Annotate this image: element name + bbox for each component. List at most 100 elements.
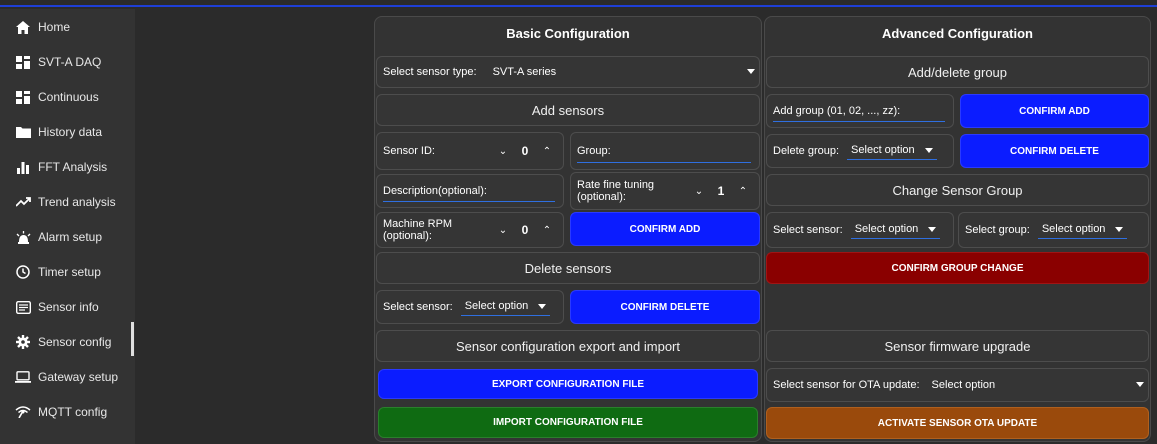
change-group-sensor-select[interactable]: Select option: [850, 221, 941, 239]
sidebar-item-timer-setup[interactable]: Timer setup: [0, 256, 135, 288]
confirm-delete-sensor-button[interactable]: CONFIRM DELETE: [570, 290, 760, 324]
chevron-up-icon[interactable]: ⌃: [539, 225, 555, 236]
dashboard-icon: [14, 90, 32, 104]
sensor-id-stepper[interactable]: ⌄ 0 ⌃: [495, 144, 555, 158]
import-configuration-button[interactable]: IMPORT CONFIGURATION FILE: [378, 407, 758, 438]
alarm-icon: [14, 230, 32, 244]
sidebar-item-history-data[interactable]: History data: [0, 116, 135, 148]
sensor-type-select[interactable]: SVT-A series: [489, 63, 759, 81]
bar-chart-icon: [14, 160, 32, 174]
add-group-input-underline: [773, 121, 945, 122]
sensor-id-field[interactable]: Sensor ID: ⌄ 0 ⌃: [376, 132, 564, 170]
chevron-down-icon: [538, 303, 547, 309]
broadcast-icon: [14, 405, 32, 419]
sidebar-item-label: Home: [38, 20, 71, 34]
sidebar-item-gateway-setup[interactable]: Gateway setup: [0, 361, 135, 393]
chevron-up-icon[interactable]: ⌃: [735, 186, 751, 197]
gear-icon: [14, 335, 32, 349]
confirm-group-change-button[interactable]: CONFIRM GROUP CHANGE: [766, 252, 1149, 284]
machine-rpm-stepper[interactable]: ⌄ 0 ⌃: [495, 223, 555, 237]
sidebar-item-svt-a-daq[interactable]: SVT-A DAQ: [0, 46, 135, 78]
sensor-id-label: Sensor ID:: [383, 145, 435, 157]
group-input-underline: [577, 162, 751, 163]
sidebar-item-fft-analysis[interactable]: FFT Analysis: [0, 151, 135, 183]
sidebar-item-label: Gateway setup: [38, 370, 119, 384]
dashboard-icon: [14, 55, 32, 69]
select-group-label: Select group:: [965, 224, 1030, 236]
confirm-add-group-button[interactable]: CONFIRM ADD: [960, 94, 1149, 128]
export-configuration-button[interactable]: EXPORT CONFIGURATION FILE: [378, 369, 758, 399]
chevron-down-icon[interactable]: ⌄: [495, 225, 511, 236]
select-sensor-label: Select sensor:: [383, 301, 453, 313]
delete-group-label: Delete group:: [773, 145, 840, 157]
chevron-down-icon: [928, 226, 937, 232]
sensor-firmware-upgrade-header: Sensor firmware upgrade: [766, 330, 1149, 362]
delete-sensor-select-row: Select sensor: Select option: [376, 290, 564, 324]
rate-fine-tuning-value: 1: [717, 184, 725, 198]
chevron-up-icon[interactable]: ⌃: [539, 146, 555, 157]
home-icon: [14, 20, 32, 34]
folder-icon: [14, 125, 32, 139]
sidebar-item-label: History data: [38, 125, 103, 139]
chevron-down-icon[interactable]: ⌄: [495, 146, 511, 157]
sidebar-item-continuous[interactable]: Continuous: [0, 81, 135, 113]
add-sensors-header: Add sensors: [376, 94, 760, 126]
sidebar-item-mqtt-config[interactable]: MQTT config: [0, 396, 135, 428]
sidebar-item-label: FFT Analysis: [38, 160, 108, 174]
sensor-type-row: Select sensor type: SVT-A series: [376, 56, 760, 88]
delete-sensor-select[interactable]: Select option: [460, 298, 551, 316]
sidebar-item-label: Alarm setup: [38, 230, 103, 244]
sensor-type-label: Select sensor type:: [383, 66, 477, 78]
machine-rpm-label: Machine RPM (optional):: [383, 218, 453, 242]
laptop-icon: [14, 370, 32, 384]
sidebar-item-trend-analysis[interactable]: Trend analysis: [0, 186, 135, 218]
trend-icon: [14, 195, 32, 209]
chevron-down-icon: [1136, 382, 1144, 387]
rate-fine-tuning-stepper[interactable]: ⌄ 1 ⌃: [691, 184, 751, 198]
ota-sensor-select-value: Select option: [931, 378, 996, 391]
sidebar-item-label: Sensor info: [38, 300, 99, 314]
description-placeholder: Description(optional):: [383, 185, 487, 197]
ota-sensor-select[interactable]: Select option: [928, 376, 1148, 394]
confirm-delete-group-button[interactable]: CONFIRM DELETE: [960, 134, 1149, 168]
sidebar-item-sensor-info[interactable]: Sensor info: [0, 291, 135, 323]
select-sensor-label: Select sensor:: [773, 224, 843, 236]
rate-fine-tuning-field[interactable]: Rate fine tuning (optional): ⌄ 1 ⌃: [570, 172, 760, 210]
basic-configuration-title: Basic Configuration: [506, 25, 630, 41]
delete-group-select-value: Select option: [851, 144, 915, 156]
chevron-down-icon[interactable]: ⌄: [691, 186, 707, 197]
clock-icon: [14, 265, 32, 279]
ota-sensor-label: Select sensor for OTA update:: [773, 379, 920, 391]
advanced-configuration-title: Advanced Configuration: [882, 25, 1033, 41]
sidebar-item-label: Timer setup: [38, 265, 101, 279]
chevron-down-icon: [924, 147, 933, 153]
group-placeholder: Group:: [577, 145, 611, 157]
sidebar-item-label: MQTT config: [38, 405, 108, 419]
machine-rpm-field[interactable]: Machine RPM (optional): ⌄ 0 ⌃: [376, 212, 564, 248]
delete-group-row: Delete group: Select option: [766, 134, 954, 168]
add-group-field[interactable]: Add group (01, 02, ..., zz):: [766, 94, 954, 128]
ota-sensor-row: Select sensor for OTA update: Select opt…: [766, 368, 1149, 402]
activate-ota-update-button[interactable]: ACTIVATE SENSOR OTA UPDATE: [766, 407, 1149, 439]
change-group-sensor-row: Select sensor: Select option: [766, 212, 954, 248]
active-nav-indicator: [131, 322, 134, 356]
machine-rpm-value: 0: [521, 223, 529, 237]
sidebar-item-alarm-setup[interactable]: Alarm setup: [0, 221, 135, 253]
delete-group-select[interactable]: Select option: [847, 142, 937, 160]
export-import-header: Sensor configuration export and import: [376, 330, 760, 362]
confirm-add-sensor-button[interactable]: CONFIRM ADD: [570, 212, 760, 246]
sidebar-item-label: Sensor config: [38, 335, 112, 349]
sidebar-item-home[interactable]: Home: [0, 11, 135, 43]
sidebar-item-label: Continuous: [38, 90, 99, 104]
change-group-group-value: Select option: [1041, 223, 1106, 235]
sidebar-item-label: SVT-A DAQ: [38, 55, 102, 69]
sidebar-item-sensor-config[interactable]: Sensor config: [0, 326, 135, 358]
add-group-placeholder: Add group (01, 02, ..., zz):: [773, 105, 901, 117]
description-field[interactable]: Description(optional):: [376, 174, 564, 208]
description-input-underline: [383, 201, 555, 202]
sidebar-item-label: Trend analysis: [38, 195, 116, 209]
info-card-icon: [14, 300, 32, 314]
delete-sensor-select-value: Select option: [464, 300, 529, 312]
group-field[interactable]: Group:: [570, 132, 760, 170]
change-group-group-select[interactable]: Select option: [1037, 221, 1128, 239]
